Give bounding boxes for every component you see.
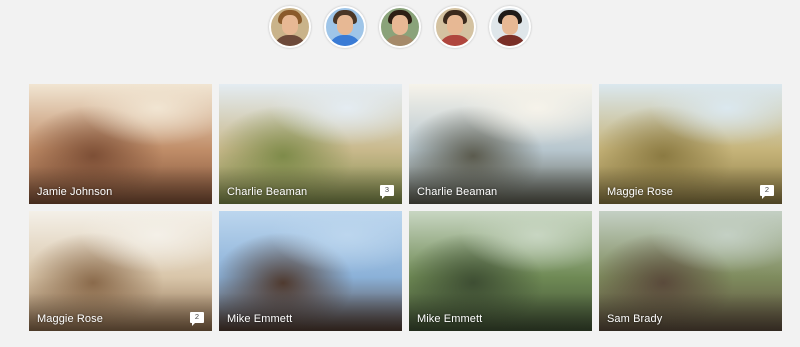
photo-owner-name: Charlie Beaman [417,186,498,198]
avatar-shirt [439,35,471,46]
people-avatar-row [0,6,800,50]
photo-owner-name: Mike Emmett [417,313,483,325]
avatar-shirt [384,35,416,46]
avatar-shirt [329,35,361,46]
caption-gradient [409,293,592,331]
photo-owner-name: Mike Emmett [227,313,293,325]
photo-tile[interactable]: Charlie Beaman [409,84,592,204]
comment-count-icon[interactable]: 3 [380,185,394,199]
photo-tile[interactable]: Maggie Rose 2 [599,84,782,204]
photo-grid: Jamie Johnson Charlie Beaman 3 Charlie Beam… [29,84,782,331]
avatar-face [447,15,463,35]
caption-gradient [29,293,212,331]
photo-owner-name: Charlie Beaman [227,186,308,198]
avatar-face [502,15,518,35]
avatar-shirt [494,35,526,46]
avatar-face [337,15,353,35]
caption-gradient [219,166,402,204]
photo-owner-name: Maggie Rose [37,313,103,325]
photo-owner-name: Sam Brady [607,313,663,325]
photo-tile[interactable]: Sam Brady [599,211,782,331]
avatar-face [392,15,408,35]
caption-gradient [599,166,782,204]
caption-gradient [409,166,592,204]
avatar-face [282,15,298,35]
avatar[interactable] [489,6,531,48]
avatar[interactable] [379,6,421,48]
caption-gradient [29,166,212,204]
caption-gradient [599,293,782,331]
photo-owner-name: Jamie Johnson [37,186,113,198]
photo-tile[interactable]: Mike Emmett [409,211,592,331]
photo-tile[interactable]: Maggie Rose 2 [29,211,212,331]
avatar[interactable] [434,6,476,48]
avatar[interactable] [324,6,366,48]
comment-count-icon[interactable]: 2 [190,312,204,326]
caption-gradient [219,293,402,331]
avatar[interactable] [269,6,311,48]
photo-owner-name: Maggie Rose [607,186,673,198]
photo-tile[interactable]: Charlie Beaman 3 [219,84,402,204]
photo-tile[interactable]: Mike Emmett [219,211,402,331]
avatar-shirt [274,35,306,46]
comment-count-icon[interactable]: 2 [760,185,774,199]
photo-tile[interactable]: Jamie Johnson [29,84,212,204]
